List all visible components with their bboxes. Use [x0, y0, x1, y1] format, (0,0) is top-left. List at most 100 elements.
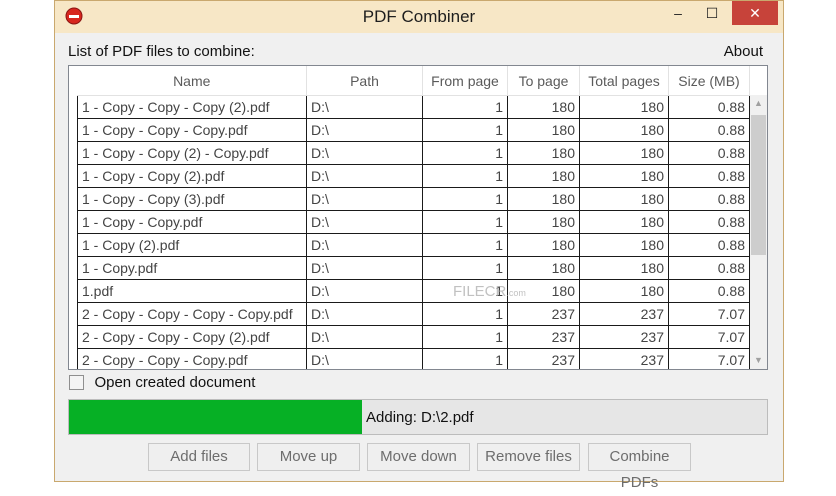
cell-size: 0.88: [668, 187, 750, 211]
table-row[interactable]: 1 - Copy - Copy (2).pdf D:\ 1 180 180 0.88: [77, 164, 750, 188]
scrollbar-thumb[interactable]: [751, 115, 766, 255]
column-header-path[interactable]: Path: [306, 66, 423, 96]
progress-status-text: Adding: D:\2.pdf: [366, 409, 474, 426]
cell-path: D:\: [306, 141, 423, 165]
cell-name: 1 - Copy - Copy (2).pdf: [77, 164, 307, 188]
cell-size: 0.88: [668, 256, 750, 280]
column-header-size[interactable]: Size (MB): [668, 66, 750, 96]
cell-size: 0.88: [668, 118, 750, 142]
cell-total-pages: 237: [579, 325, 669, 349]
cell-to-page: 180: [507, 187, 580, 211]
cell-from-page: 1: [422, 325, 508, 349]
close-button[interactable]: ✕: [732, 1, 778, 25]
cell-from-page: 1: [422, 187, 508, 211]
cell-name: 1 - Copy - Copy - Copy (2).pdf: [77, 95, 307, 119]
cell-to-page: 180: [507, 95, 580, 119]
cell-to-page: 180: [507, 141, 580, 165]
move-up-button[interactable]: Move up: [257, 443, 360, 471]
cell-path: D:\: [306, 325, 423, 349]
table-row[interactable]: 1 - Copy - Copy - Copy (2).pdf D:\ 1 180 180…: [77, 95, 750, 119]
cell-total-pages: 180: [579, 210, 669, 234]
cell-path: D:\: [306, 210, 423, 234]
progress-bar-fill: [69, 400, 363, 434]
cell-to-page: 237: [507, 348, 580, 369]
column-header-to-page[interactable]: To page: [507, 66, 580, 96]
cell-path: D:\: [306, 187, 423, 211]
open-created-document-option[interactable]: Open created document: [69, 374, 255, 392]
column-header-total-pages[interactable]: Total pages: [579, 66, 669, 96]
vertical-scrollbar[interactable]: ▲ ▼: [750, 95, 767, 369]
cell-path: D:\: [306, 348, 423, 369]
cell-total-pages: 180: [579, 279, 669, 303]
cell-size: 0.88: [668, 141, 750, 165]
about-link[interactable]: About: [724, 43, 763, 60]
cell-from-page: 1: [422, 348, 508, 369]
table-row[interactable]: 2 - Copy - Copy - Copy.pdf D:\ 1 237 237 7.07: [77, 348, 750, 369]
cell-from-page: 1: [422, 164, 508, 188]
cell-size: 7.07: [668, 348, 750, 369]
table-row[interactable]: 1 - Copy (2).pdf D:\ 1 180 180 0.88: [77, 233, 750, 257]
cell-to-page: 180: [507, 256, 580, 280]
cell-total-pages: 180: [579, 118, 669, 142]
cell-name: 1 - Copy.pdf: [77, 256, 307, 280]
cell-name: 2 - Copy - Copy - Copy (2).pdf: [77, 325, 307, 349]
cell-from-page: 1: [422, 118, 508, 142]
cell-from-page: 1: [422, 302, 508, 326]
cell-total-pages: 180: [579, 141, 669, 165]
table-row[interactable]: 2 - Copy - Copy - Copy (2).pdf D:\ 1 237 237…: [77, 325, 750, 349]
cell-size: 0.88: [668, 164, 750, 188]
table-row[interactable]: 1.pdf D:\ 1 180 180 0.88: [77, 279, 750, 303]
cell-size: 0.88: [668, 95, 750, 119]
scroll-down-icon[interactable]: ▼: [750, 352, 767, 369]
cell-to-page: 180: [507, 233, 580, 257]
cell-path: D:\: [306, 233, 423, 257]
add-files-button[interactable]: Add files: [148, 443, 250, 471]
column-header-name[interactable]: Name: [77, 66, 307, 96]
cell-to-page: 237: [507, 302, 580, 326]
table-header-row: Name Path From page To page Total pages …: [77, 66, 750, 96]
cell-name: 1.pdf: [77, 279, 307, 303]
cell-to-page: 180: [507, 118, 580, 142]
cell-to-page: 237: [507, 325, 580, 349]
cell-name: 2 - Copy - Copy - Copy.pdf: [77, 348, 307, 369]
table-row[interactable]: 2 - Copy - Copy - Copy - Copy.pdf D:\ 1 237…: [77, 302, 750, 326]
open-created-document-label: Open created document: [94, 374, 256, 392]
open-created-document-checkbox[interactable]: [69, 375, 84, 391]
maximize-button[interactable]: ☐: [695, 1, 729, 25]
move-down-button[interactable]: Move down: [367, 443, 470, 471]
cell-total-pages: 180: [579, 164, 669, 188]
table-row[interactable]: 1 - Copy - Copy (2) - Copy.pdf D:\ 1 180 180…: [77, 141, 750, 165]
cell-from-page: 1: [422, 141, 508, 165]
cell-name: 1 - Copy - Copy (2) - Copy.pdf: [77, 141, 307, 165]
cell-total-pages: 180: [579, 187, 669, 211]
pdf-file-table: Name Path From page To page Total pages …: [77, 66, 750, 369]
cell-size: 0.88: [668, 210, 750, 234]
cell-path: D:\: [306, 95, 423, 119]
cell-total-pages: 180: [579, 95, 669, 119]
table-row[interactable]: 1 - Copy - Copy - Copy.pdf D:\ 1 180 180 0.88: [77, 118, 750, 142]
cell-name: 1 - Copy (2).pdf: [77, 233, 307, 257]
table-row[interactable]: 1 - Copy - Copy (3).pdf D:\ 1 180 180 0.88: [77, 187, 750, 211]
pdf-combiner-window: PDF Combiner – ☐ ✕ List of PDF files to …: [54, 0, 784, 491]
table-row[interactable]: 1 - Copy - Copy.pdf D:\ 1 180 180 0.88: [77, 210, 750, 234]
minimize-button[interactable]: –: [661, 1, 695, 25]
combine-pdfs-button[interactable]: Combine PDFs: [588, 443, 691, 491]
file-list-label: List of PDF files to combine:: [68, 43, 255, 60]
cell-path: D:\: [306, 256, 423, 280]
title-bar[interactable]: PDF Combiner – ☐ ✕: [55, 1, 783, 33]
cell-to-page: 180: [507, 210, 580, 234]
cell-path: D:\: [306, 279, 423, 303]
cell-name: 1 - Copy - Copy (3).pdf: [77, 187, 307, 211]
cell-size: 7.07: [668, 325, 750, 349]
remove-files-button[interactable]: Remove files: [477, 443, 580, 471]
cell-size: 7.07: [668, 302, 750, 326]
cell-path: D:\: [306, 118, 423, 142]
pdf-file-grid[interactable]: Name Path From page To page Total pages …: [68, 65, 768, 370]
column-header-from-page[interactable]: From page: [422, 66, 508, 96]
table-row[interactable]: 1 - Copy.pdf D:\ 1 180 180 0.88: [77, 256, 750, 280]
cell-from-page: 1: [422, 95, 508, 119]
scroll-up-icon[interactable]: ▲: [750, 95, 767, 112]
cell-total-pages: 237: [579, 348, 669, 369]
cell-from-page: 1: [422, 233, 508, 257]
cell-from-page: 1: [422, 256, 508, 280]
